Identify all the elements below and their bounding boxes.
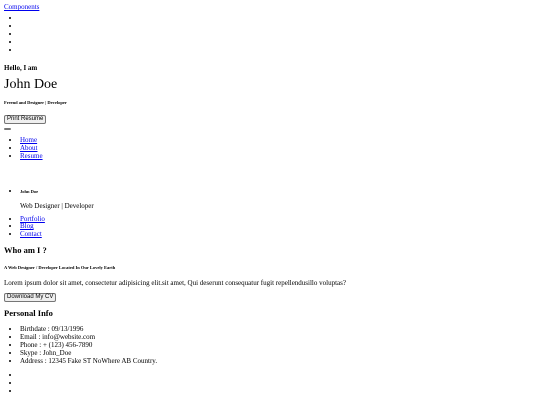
download-cv-button[interactable]: Download My CV [4, 292, 57, 302]
list-item [20, 46, 540, 54]
nav-item-home: Home [20, 137, 540, 145]
list-item [20, 379, 540, 387]
profile-name: John Doe [20, 189, 39, 195]
nav-item-about: About [20, 144, 540, 153]
hero-name: John Doe [4, 77, 58, 93]
hero-tagline: Freend and Designer | Developer [4, 100, 67, 106]
list-item [20, 371, 540, 379]
hello-text: Hello, I am [4, 64, 38, 73]
profile-item: John Doe [20, 187, 540, 194]
main-nav: Home About Resume [4, 137, 540, 160]
profile-list: John Doe [4, 187, 540, 194]
list-item [20, 387, 540, 395]
nav-item-resume: Resume [20, 152, 540, 161]
nav-link-resume[interactable]: Resume [20, 152, 43, 160]
print-resume-button[interactable]: Print Resume [4, 115, 47, 125]
profile-link-item: Blog [20, 223, 540, 231]
list-item [20, 30, 540, 38]
info-address: Address : 12345 Fake ST NoWhere AB Count… [20, 357, 540, 365]
info-skype: Skype : John_Doe [20, 349, 540, 357]
list-item [20, 38, 540, 46]
empty-list-top [4, 14, 540, 54]
profile-links: Portfolio Blog Contact [4, 215, 540, 239]
empty-list-bottom [4, 371, 540, 395]
info-birthdate: Birthdate : 09/13/1996 [20, 325, 540, 333]
personal-info-list: Birthdate : 09/13/1996 Email : info@webs… [4, 325, 540, 365]
profile-link-item: Portfolio [20, 215, 540, 224]
info-phone: Phone : + (123) 456-7890 [20, 341, 540, 349]
list-item [20, 22, 540, 30]
profile-link-item: Contact [20, 230, 540, 239]
profile-body: Web Designer | Developer [4, 202, 540, 210]
components-link[interactable]: Components [4, 3, 540, 11]
page: Components Hello, I am John Doe Freend a… [0, 0, 540, 395]
personal-info-title: Personal Info [4, 307, 53, 318]
info-email: Email : info@website.com [20, 333, 540, 341]
nav-toggle-button[interactable] [4, 128, 11, 131]
about-subtitle: A Web Designer / Developer Located In Ou… [4, 264, 116, 270]
profile-role: Web Designer | Developer [20, 201, 94, 210]
about-text: Lorem ipsum dolor sit amet, consectetur … [4, 278, 346, 287]
contact-link[interactable]: Contact [20, 230, 42, 238]
list-item [20, 14, 540, 22]
about-title: Who am I ? [4, 244, 47, 255]
